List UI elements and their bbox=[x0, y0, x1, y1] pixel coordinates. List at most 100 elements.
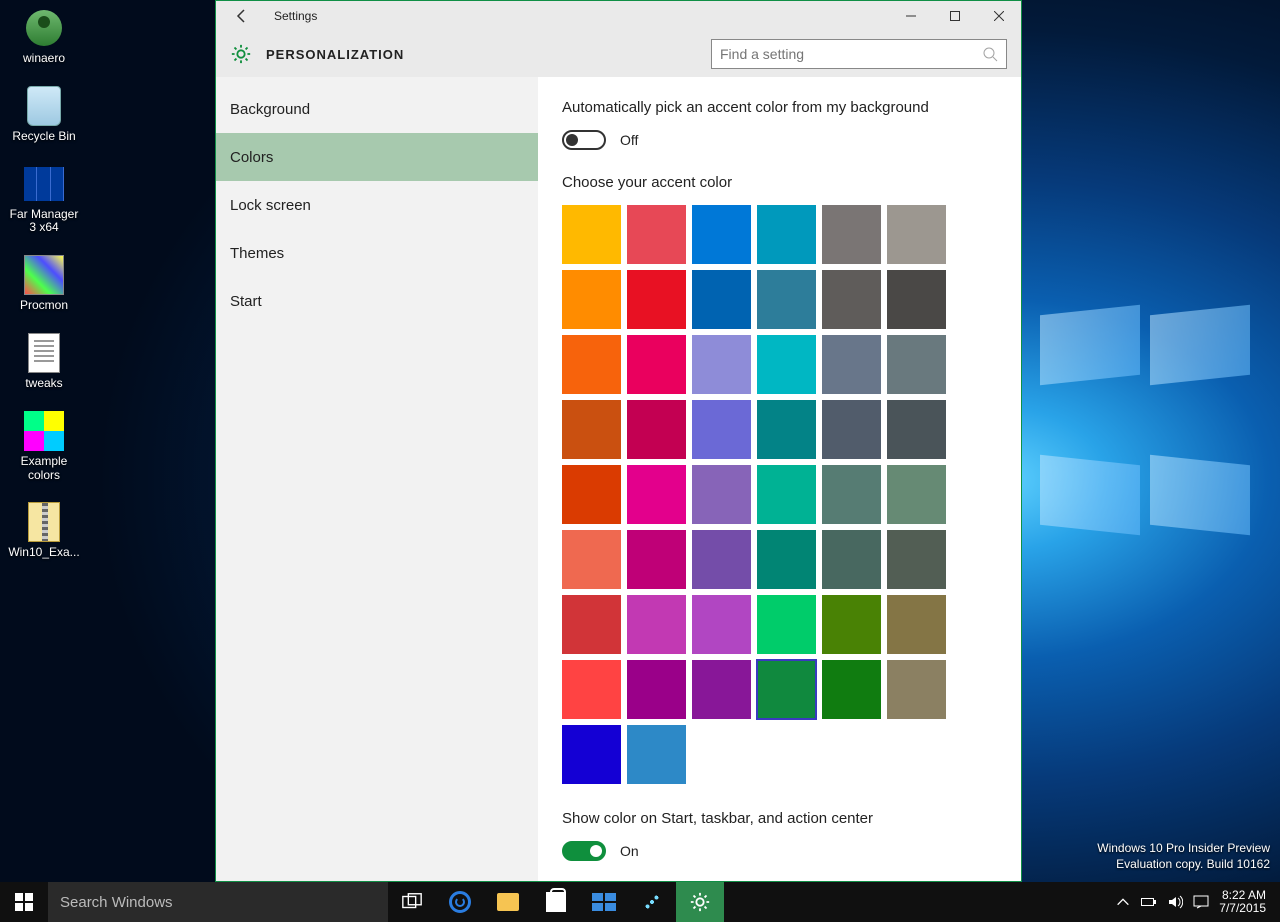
desktop-icon-label: Recycle Bin bbox=[12, 130, 75, 144]
color-swatch[interactable] bbox=[757, 530, 816, 589]
nav-item-colors[interactable]: Colors bbox=[216, 133, 538, 181]
color-swatch[interactable] bbox=[757, 595, 816, 654]
taskbar-app-edge[interactable] bbox=[436, 882, 484, 922]
auto-pick-state: Off bbox=[620, 132, 638, 148]
color-swatch[interactable] bbox=[627, 660, 686, 719]
color-swatch[interactable] bbox=[757, 205, 816, 264]
color-swatch[interactable] bbox=[822, 205, 881, 264]
start-button[interactable] bbox=[0, 882, 48, 922]
search-input[interactable] bbox=[720, 46, 982, 62]
color-swatch[interactable] bbox=[757, 465, 816, 524]
search-box[interactable] bbox=[711, 39, 1007, 69]
color-swatch[interactable] bbox=[887, 205, 946, 264]
taskbar-clock[interactable]: 8:22 AM 7/7/2015 bbox=[1219, 889, 1270, 915]
color-swatch[interactable] bbox=[822, 335, 881, 394]
window-title: Settings bbox=[274, 9, 317, 23]
user-icon bbox=[22, 6, 66, 50]
color-swatch[interactable] bbox=[627, 530, 686, 589]
desktop-icon[interactable]: tweaks bbox=[6, 331, 82, 391]
color-swatch[interactable] bbox=[822, 400, 881, 459]
color-swatch[interactable] bbox=[562, 595, 621, 654]
color-swatch[interactable] bbox=[627, 465, 686, 524]
desktop-icon-label: Example colors bbox=[7, 455, 81, 483]
auto-pick-toggle[interactable] bbox=[562, 130, 606, 150]
color-swatch[interactable] bbox=[757, 335, 816, 394]
desktop-icon-label: winaero bbox=[23, 52, 65, 66]
color-swatch[interactable] bbox=[692, 400, 751, 459]
color-swatch[interactable] bbox=[692, 595, 751, 654]
color-swatch[interactable] bbox=[692, 270, 751, 329]
color-swatch[interactable] bbox=[757, 400, 816, 459]
minimize-button[interactable] bbox=[889, 1, 933, 31]
color-swatch[interactable] bbox=[562, 530, 621, 589]
desktop-icon[interactable]: Win10_Exa... bbox=[6, 500, 82, 560]
color-swatch[interactable] bbox=[627, 335, 686, 394]
maximize-button[interactable] bbox=[933, 1, 977, 31]
color-swatch[interactable] bbox=[822, 270, 881, 329]
color-swatch[interactable] bbox=[887, 660, 946, 719]
desktop-icon[interactable]: Procmon bbox=[6, 253, 82, 313]
settings-window: Settings PERSONALIZATION BackgroundColor… bbox=[215, 0, 1022, 882]
watermark-line1: Windows 10 Pro Insider Preview bbox=[1097, 840, 1270, 856]
desktop-icon[interactable]: Example colors bbox=[6, 409, 82, 483]
tray-overflow-icon[interactable] bbox=[1115, 894, 1131, 910]
color-swatch[interactable] bbox=[887, 270, 946, 329]
auto-pick-title: Automatically pick an accent color from … bbox=[562, 99, 997, 116]
color-swatch[interactable] bbox=[692, 660, 751, 719]
color-swatch[interactable] bbox=[562, 400, 621, 459]
color-swatch[interactable] bbox=[562, 335, 621, 394]
desktop-icon[interactable]: Recycle Bin bbox=[6, 84, 82, 144]
color-swatch[interactable] bbox=[887, 465, 946, 524]
color-swatch[interactable] bbox=[887, 400, 946, 459]
color-swatch[interactable] bbox=[692, 465, 751, 524]
nav-item-themes[interactable]: Themes bbox=[216, 229, 538, 277]
back-button[interactable] bbox=[228, 2, 256, 30]
color-swatch[interactable] bbox=[887, 335, 946, 394]
color-swatch[interactable] bbox=[562, 270, 621, 329]
color-swatch[interactable] bbox=[627, 205, 686, 264]
taskbar-app-windowed[interactable] bbox=[580, 882, 628, 922]
taskbar-app-store[interactable] bbox=[532, 882, 580, 922]
desktop-icon[interactable]: Far Manager 3 x64 bbox=[6, 162, 82, 236]
color-swatch[interactable] bbox=[627, 595, 686, 654]
tray-battery-icon[interactable] bbox=[1141, 894, 1157, 910]
color-swatch[interactable] bbox=[627, 270, 686, 329]
color-swatch[interactable] bbox=[887, 595, 946, 654]
color-swatch[interactable] bbox=[692, 205, 751, 264]
taskbar-search[interactable]: Search Windows bbox=[48, 882, 388, 922]
color-swatch[interactable] bbox=[627, 725, 686, 784]
color-swatch[interactable] bbox=[822, 595, 881, 654]
color-swatch[interactable] bbox=[562, 465, 621, 524]
tray-notifications-icon[interactable] bbox=[1193, 894, 1209, 910]
color-swatch[interactable] bbox=[822, 465, 881, 524]
color-swatch[interactable] bbox=[627, 400, 686, 459]
color-swatch[interactable] bbox=[562, 660, 621, 719]
nav-item-background[interactable]: Background bbox=[216, 85, 538, 133]
color-swatch[interactable] bbox=[692, 530, 751, 589]
desktop-icon-label: Procmon bbox=[20, 299, 68, 313]
task-view-button[interactable] bbox=[388, 882, 436, 922]
taskbar-app-wizard[interactable] bbox=[628, 882, 676, 922]
taskbar: Search Windows 8:22 AM 7/7/2015 bbox=[0, 882, 1280, 922]
taskbar-app-settings[interactable] bbox=[676, 882, 724, 922]
color-swatch[interactable] bbox=[887, 530, 946, 589]
color-swatch[interactable] bbox=[822, 660, 881, 719]
far-icon bbox=[22, 162, 66, 206]
desktop: winaero Recycle Bin Far Manager 3 x64 Procm… bbox=[0, 0, 1280, 922]
nav-item-start[interactable]: Start bbox=[216, 277, 538, 325]
tray-volume-icon[interactable] bbox=[1167, 894, 1183, 910]
color-swatch[interactable] bbox=[757, 660, 816, 719]
nav-item-lock-screen[interactable]: Lock screen bbox=[216, 181, 538, 229]
color-swatch[interactable] bbox=[562, 725, 621, 784]
desktop-icon-label: Win10_Exa... bbox=[8, 546, 79, 560]
show-color-toggle[interactable] bbox=[562, 841, 606, 861]
color-swatch[interactable] bbox=[562, 205, 621, 264]
show-color-title: Show color on Start, taskbar, and action… bbox=[562, 810, 997, 827]
taskbar-app-explorer[interactable] bbox=[484, 882, 532, 922]
desktop-icon[interactable]: winaero bbox=[6, 6, 82, 66]
color-swatch[interactable] bbox=[692, 335, 751, 394]
color-swatch[interactable] bbox=[822, 530, 881, 589]
close-button[interactable] bbox=[977, 1, 1021, 31]
desktop-icon-label: Far Manager 3 x64 bbox=[7, 208, 81, 236]
color-swatch[interactable] bbox=[757, 270, 816, 329]
